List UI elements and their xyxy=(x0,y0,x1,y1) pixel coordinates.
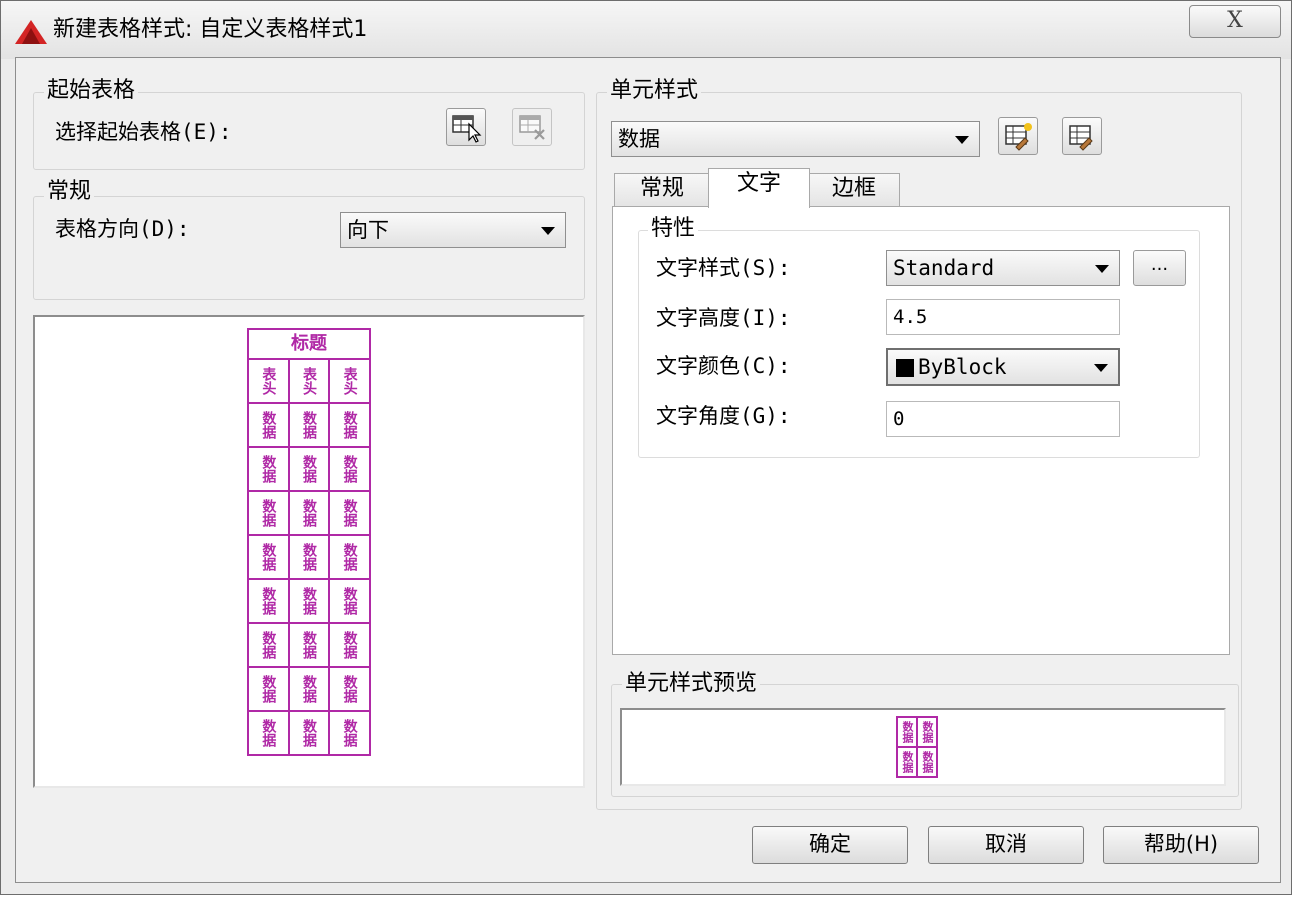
text-color-value: ByBlock xyxy=(918,355,1007,379)
text-style-dropdown[interactable]: Standard xyxy=(886,250,1120,286)
window-title: 新建表格样式: 自定义表格样式1 xyxy=(53,17,368,42)
browse-text-style-button[interactable]: ... xyxy=(1133,250,1186,286)
text-color-dropdown[interactable]: ByBlock xyxy=(886,348,1120,386)
preview-data-cell: 数据 xyxy=(247,446,290,492)
close-icon: X xyxy=(1227,8,1243,33)
manage-cell-styles-button[interactable] xyxy=(1062,117,1102,155)
ok-button[interactable]: 确定 xyxy=(752,826,908,864)
preview-data-cell: 数据 xyxy=(328,666,371,712)
chevron-down-icon xyxy=(541,227,555,235)
text-height-label: 文字高度(I): xyxy=(656,306,791,330)
preview-header-cell: 表头 xyxy=(247,358,290,404)
help-button[interactable]: 帮助(H) xyxy=(1103,826,1259,864)
new-cell-style-button[interactable] xyxy=(998,117,1038,155)
table-direction-value: 向下 xyxy=(347,218,389,242)
cell-style-value: 数据 xyxy=(618,127,660,151)
preview-data-cell: 数据 xyxy=(247,578,290,624)
preview-data-cell: 数据 xyxy=(287,578,331,624)
preview-cell: 数据 xyxy=(896,716,918,748)
title-bar: 新建表格样式: 自定义表格样式1 X xyxy=(1,1,1291,59)
table-preview-panel: 标题 表头 表头 表头 数据 数据 数据 数据 数据 数据 数据 数据 数据 数据 数据 数据 数据 数据… xyxy=(33,315,585,788)
properties-group-label: 特性 xyxy=(648,215,699,243)
new-cell-style-icon xyxy=(1005,123,1032,151)
text-style-label: 文字样式(S): xyxy=(656,256,791,280)
preview-data-cell: 数据 xyxy=(287,534,331,580)
cancel-button[interactable]: 取消 xyxy=(928,826,1084,864)
preview-data-cell: 数据 xyxy=(287,446,331,492)
preview-data-cell: 数据 xyxy=(287,710,331,756)
select-start-table-label: 选择起始表格(E): xyxy=(55,120,232,144)
select-start-table-button[interactable] xyxy=(446,108,486,146)
table-cursor-icon xyxy=(452,115,482,143)
preview-data-cell: 数据 xyxy=(287,490,331,536)
preview-data-cell: 数据 xyxy=(328,446,371,492)
preview-cell: 数据 xyxy=(916,716,938,748)
cell-style-group-label: 单元样式 xyxy=(607,77,702,105)
ellipsis-icon: ... xyxy=(1150,254,1169,275)
preview-data-cell: 数据 xyxy=(247,622,290,668)
text-height-field[interactable] xyxy=(887,300,1119,334)
start-table-group-label: 起始表格 xyxy=(44,77,139,105)
text-angle-field[interactable] xyxy=(887,402,1119,436)
general-group-label: 常规 xyxy=(44,178,95,206)
preview-data-cell: 数据 xyxy=(328,402,371,448)
preview-data-cell: 数据 xyxy=(247,402,290,448)
dialog-body: 起始表格 选择起始表格(E): 常规 表格方向(D): 向下 标题 表头 表头 … xyxy=(15,57,1281,883)
preview-data-cell: 数据 xyxy=(247,490,290,536)
table-delete-icon xyxy=(519,115,545,140)
preview-data-cell: 数据 xyxy=(328,578,371,624)
text-angle-label: 文字角度(G): xyxy=(656,404,791,428)
preview-title-cell: 标题 xyxy=(247,328,371,360)
cell-preview-panel: 数据 数据 数据 数据 xyxy=(620,708,1226,786)
new-table-style-dialog: 新建表格样式: 自定义表格样式1 X 起始表格 选择起始表格(E): 常规 表格… xyxy=(0,0,1292,895)
cell-style-dropdown[interactable]: 数据 xyxy=(611,121,980,157)
table-style-preview: 标题 表头 表头 表头 数据 数据 数据 数据 数据 数据 数据 数据 数据 数据 数据 数据 数据 数据… xyxy=(247,328,371,756)
chevron-down-icon xyxy=(955,136,969,144)
preview-header-cell: 表头 xyxy=(287,358,331,404)
preview-data-cell: 数据 xyxy=(328,622,371,668)
cell-style-preview: 数据 数据 数据 数据 xyxy=(896,716,938,778)
preview-data-cell: 数据 xyxy=(247,710,290,756)
preview-cell: 数据 xyxy=(896,746,918,778)
preview-data-cell: 数据 xyxy=(247,666,290,712)
preview-data-cell: 数据 xyxy=(328,710,371,756)
table-direction-label: 表格方向(D): xyxy=(55,217,190,241)
delete-start-table-button[interactable] xyxy=(512,108,552,146)
close-button[interactable]: X xyxy=(1189,5,1281,38)
text-height-input[interactable] xyxy=(886,299,1120,335)
table-direction-dropdown[interactable]: 向下 xyxy=(340,212,566,248)
color-swatch xyxy=(896,359,914,377)
manage-cell-styles-icon xyxy=(1069,125,1093,151)
preview-header-cell: 表头 xyxy=(328,358,371,404)
text-style-value: Standard xyxy=(893,256,995,280)
preview-data-cell: 数据 xyxy=(328,490,371,536)
chevron-down-icon xyxy=(1095,265,1109,273)
preview-data-cell: 数据 xyxy=(287,402,331,448)
preview-data-cell: 数据 xyxy=(328,534,371,580)
tab-border[interactable]: 边框 xyxy=(808,173,900,207)
text-color-label: 文字颜色(C): xyxy=(656,354,791,378)
text-angle-input[interactable] xyxy=(886,401,1120,437)
tab-text[interactable]: 文字 xyxy=(708,168,810,208)
chevron-down-icon xyxy=(1094,364,1108,372)
autocad-logo-icon xyxy=(15,20,47,44)
tab-general[interactable]: 常规 xyxy=(614,173,710,207)
preview-data-cell: 数据 xyxy=(287,622,331,668)
cell-preview-group-label: 单元样式预览 xyxy=(622,670,761,698)
preview-cell: 数据 xyxy=(916,746,938,778)
preview-data-cell: 数据 xyxy=(247,534,290,580)
preview-data-cell: 数据 xyxy=(287,666,331,712)
